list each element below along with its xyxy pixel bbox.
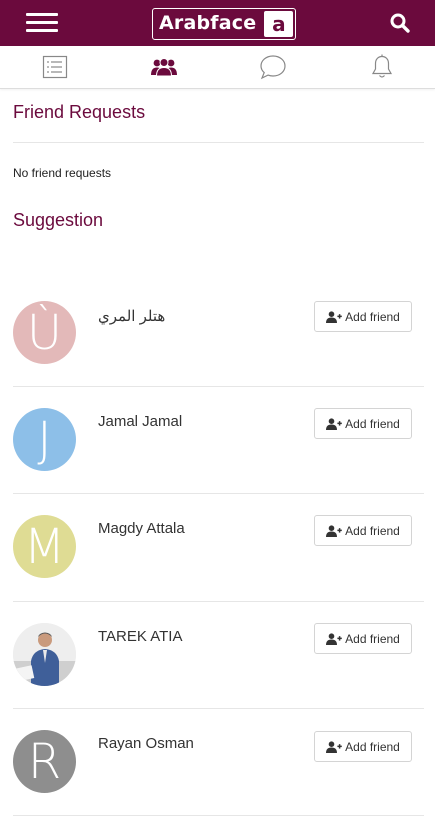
avatar[interactable]: J [13,408,76,471]
user-plus-icon [326,310,342,323]
user-name[interactable]: TAREK ATIA [98,628,182,645]
suggestion-row: J Jamal Jamal Add friend [0,387,435,494]
tab-feed[interactable] [20,46,90,88]
avatar-photo[interactable] [13,623,76,686]
logo-text: Arabface [159,12,257,34]
suggestion-row: R Rayan Osman Add friend [0,709,435,816]
tab-bar [0,46,435,89]
divider [13,142,424,143]
add-friend-label: Add friend [345,739,400,754]
user-name[interactable]: Magdy Attala [98,520,185,537]
users-icon [151,58,177,76]
add-friend-label: Add friend [345,523,400,538]
user-name[interactable]: Jamal Jamal [98,413,182,430]
avatar[interactable]: Ù [13,301,76,364]
divider [13,815,424,816]
add-friend-button[interactable]: Add friend [314,515,412,546]
add-friend-label: Add friend [345,631,400,646]
avatar-initial: R [27,733,62,790]
user-plus-icon [326,417,342,430]
suggestion-row: M Magdy Attala Add friend [0,494,435,601]
tab-messages[interactable] [238,46,308,88]
top-bar: Arabface a [0,0,435,46]
no-requests-text: No friend requests [13,166,112,180]
add-friend-label: Add friend [345,416,400,431]
user-plus-icon [326,632,342,645]
avatar-initial: M [23,518,66,575]
add-friend-label: Add friend [345,309,400,324]
app-logo[interactable]: Arabface a [152,8,297,40]
avatar-initial: J [37,411,52,468]
user-plus-icon [326,740,342,753]
search-icon[interactable] [389,12,411,34]
add-friend-button[interactable]: Add friend [314,408,412,439]
chat-bubble-icon [260,55,286,80]
suggestion-row: Ù هتلر المري Add friend [0,280,435,387]
user-plus-icon [326,524,342,537]
avatar-initial: Ù [26,304,63,361]
suggestion-row: TAREK ATIA Add friend [0,602,435,709]
tab-notifications[interactable] [347,46,417,88]
add-friend-button[interactable]: Add friend [314,731,412,762]
tab-friends[interactable] [129,46,199,88]
list-icon [42,55,68,79]
user-name[interactable]: Rayan Osman [98,735,194,752]
bell-icon [371,54,393,78]
logo-mark: a [264,11,294,37]
friend-requests-title: Friend Requests [13,102,146,122]
logo-mark-letter: a [272,12,286,36]
user-name[interactable]: هتلر المري [98,307,165,325]
suggestion-title: Suggestion [13,210,104,230]
add-friend-button[interactable]: Add friend [314,301,412,332]
avatar[interactable]: M [13,515,76,578]
add-friend-button[interactable]: Add friend [314,623,412,654]
person-photo [13,623,76,686]
avatar[interactable]: R [13,730,76,793]
menu-icon[interactable] [26,13,58,33]
